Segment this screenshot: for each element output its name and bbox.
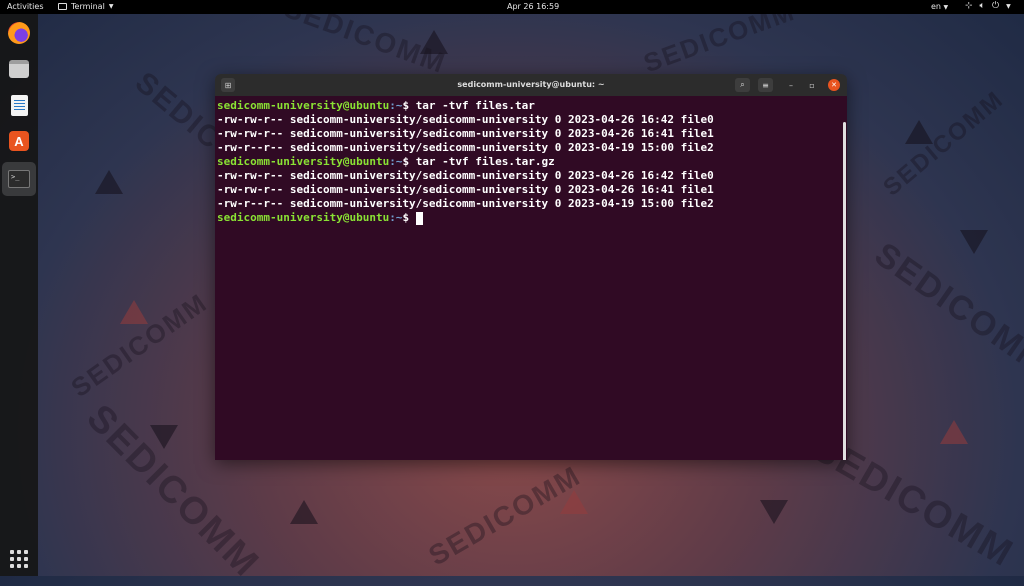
terminal-icon xyxy=(58,3,67,10)
wallpaper-triangle xyxy=(150,425,178,449)
terminal-window: ⊞ sedicomm-university@ubuntu: ~ ⌕ ≡ – ▫ … xyxy=(215,74,847,460)
files-icon xyxy=(9,60,29,78)
output-line: -rw-rw-r-- sedicomm-university/sedicomm-… xyxy=(217,127,714,140)
terminal-icon: >_ xyxy=(8,170,30,188)
minimize-icon[interactable]: – xyxy=(786,80,796,90)
close-icon[interactable]: ✕ xyxy=(828,79,840,91)
software-store-icon: A xyxy=(9,131,29,151)
prompt-user: sedicomm-university@ubuntu xyxy=(217,99,390,112)
chevron-down-icon: ▼ xyxy=(943,4,949,11)
wallpaper-watermark: SEDICOMM xyxy=(423,459,587,572)
volume-icon: 🔈︎ xyxy=(979,1,985,11)
window-title: sedicomm-university@ubuntu: ~ xyxy=(457,80,605,89)
wallpaper-triangle xyxy=(95,170,123,194)
wallpaper-watermark: SEDICOMM xyxy=(867,235,1024,383)
dock: A >_ xyxy=(0,14,38,576)
wallpaper-triangle xyxy=(940,420,968,444)
output-line: -rw-rw-r-- sedicomm-university/sedicomm-… xyxy=(217,169,714,182)
dock-item-writer[interactable] xyxy=(6,92,32,118)
network-icon: ⊹ xyxy=(965,1,973,11)
wallpaper-triangle xyxy=(905,120,933,144)
output-line: -rw-rw-r-- sedicomm-university/sedicomm-… xyxy=(217,113,714,126)
wallpaper-triangle xyxy=(290,500,318,524)
writer-icon xyxy=(10,94,28,116)
prompt-symbol: $ xyxy=(402,155,416,168)
output-line: -rw-rw-r-- sedicomm-university/sedicomm-… xyxy=(217,183,714,196)
dock-item-software[interactable]: A xyxy=(6,128,32,154)
wallpaper-triangle xyxy=(760,500,788,524)
activities-button[interactable]: Activities xyxy=(7,2,44,11)
app-grid-icon[interactable] xyxy=(10,550,28,568)
prompt-path: :~ xyxy=(389,99,403,112)
command-line: sedicomm-university@ubuntu:~$ tar -tvf f… xyxy=(217,155,847,169)
top-bar: Activities Terminal ▼ Apr 26 16:59 en ▼ … xyxy=(0,0,1024,14)
scrollbar[interactable] xyxy=(843,122,846,460)
app-menu-label: Terminal xyxy=(71,2,105,11)
app-menu[interactable]: Terminal ▼ xyxy=(58,2,113,11)
prompt-user: sedicomm-university@ubuntu xyxy=(217,155,390,168)
system-menu[interactable]: ⊹ 🔈︎ ⏻ ▼ xyxy=(965,1,1011,11)
dock-item-firefox[interactable] xyxy=(6,20,32,46)
wallpaper-watermark: SEDICOMM xyxy=(878,85,1010,202)
prompt-symbol: $ xyxy=(402,211,416,224)
hamburger-menu-icon[interactable]: ≡ xyxy=(758,78,773,92)
search-icon[interactable]: ⌕ xyxy=(735,78,750,92)
dock-item-files[interactable] xyxy=(6,56,32,82)
window-titlebar[interactable]: ⊞ sedicomm-university@ubuntu: ~ ⌕ ≡ – ▫ … xyxy=(215,74,847,96)
wallpaper-triangle xyxy=(560,490,588,514)
chevron-down-icon: ▼ xyxy=(1006,2,1011,10)
prompt-path: :~ xyxy=(389,211,403,224)
wallpaper-triangle xyxy=(120,300,148,324)
command-line: sedicomm-university@ubuntu:~$ tar -tvf f… xyxy=(217,99,847,113)
command-line: sedicomm-university@ubuntu:~$ xyxy=(217,211,847,225)
prompt-symbol: $ xyxy=(402,99,416,112)
input-language-label: en xyxy=(931,2,941,11)
prompt-user: sedicomm-university@ubuntu xyxy=(217,211,390,224)
output-line: -rw-r--r-- sedicomm-university/sedicomm-… xyxy=(217,197,714,210)
maximize-icon[interactable]: ▫ xyxy=(807,80,817,90)
terminal-output[interactable]: sedicomm-university@ubuntu:~$ tar -tvf f… xyxy=(215,96,847,460)
power-icon: ⏻ xyxy=(991,1,1000,11)
clock[interactable]: Apr 26 16:59 xyxy=(507,2,559,11)
firefox-icon xyxy=(8,22,30,44)
dock-item-terminal[interactable]: >_ xyxy=(2,162,36,196)
output-line: -rw-r--r-- sedicomm-university/sedicomm-… xyxy=(217,141,714,154)
wallpaper-triangle xyxy=(420,30,448,54)
input-language[interactable]: en ▼ xyxy=(931,2,948,11)
chevron-down-icon: ▼ xyxy=(108,3,114,10)
text-cursor xyxy=(415,211,423,225)
command-text: tar -tvf files.tar.gz xyxy=(415,155,555,168)
prompt-path: :~ xyxy=(389,155,403,168)
wallpaper-triangle xyxy=(960,230,988,254)
command-text: tar -tvf files.tar xyxy=(415,99,535,112)
